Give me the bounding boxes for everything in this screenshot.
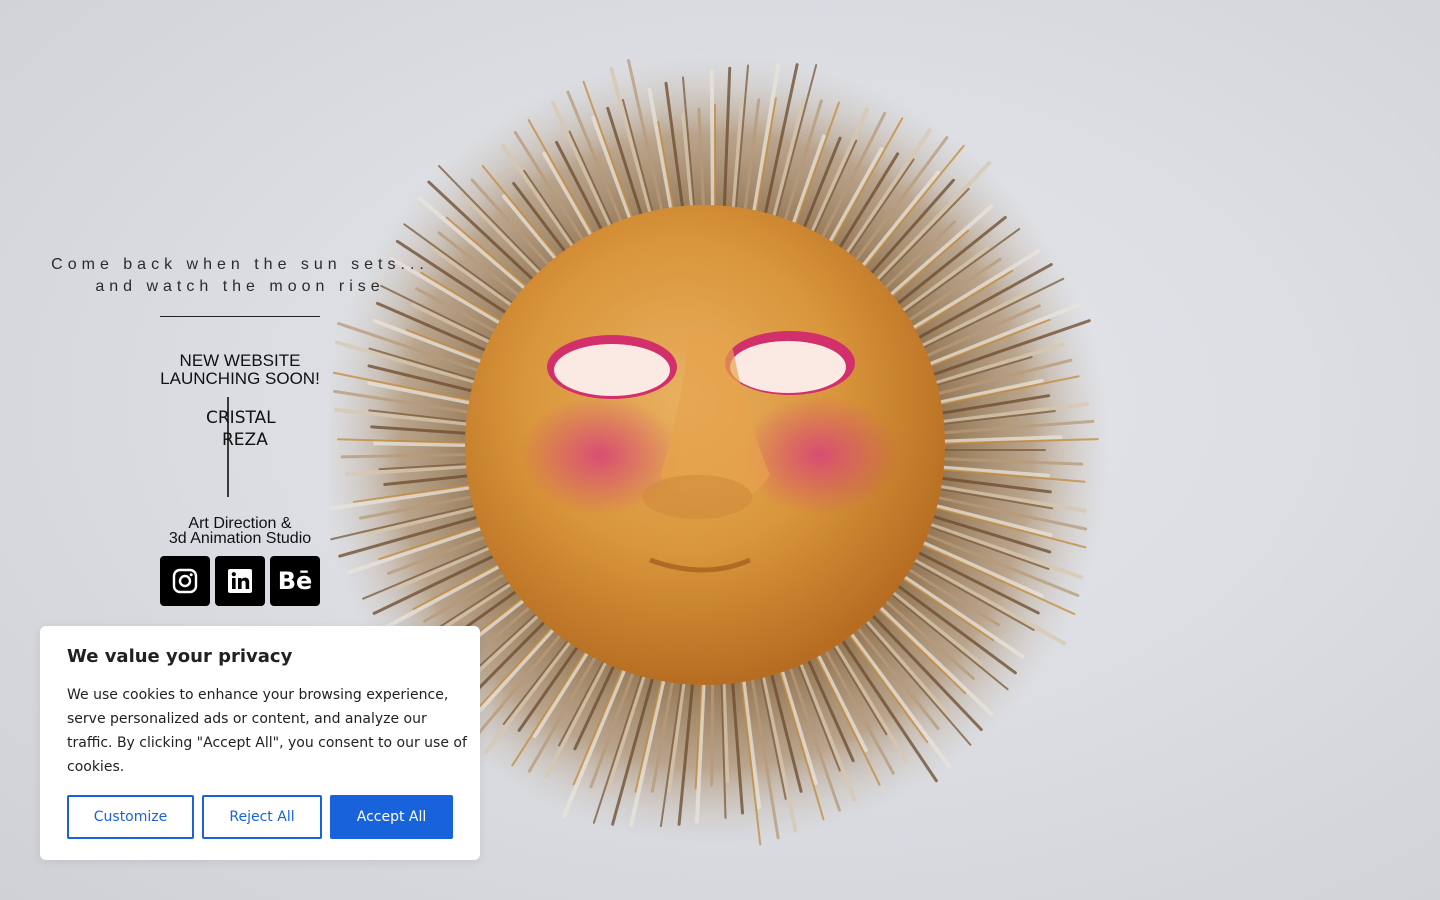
customize-button[interactable]: Customize <box>67 795 194 839</box>
signature-line-1: CRISTAL <box>206 408 276 428</box>
feather-ray <box>709 70 716 223</box>
studio-description: Art Direction & 3d Animation Studio <box>120 515 360 547</box>
signature-line-2: REZA <box>222 430 268 450</box>
instagram-icon <box>172 568 198 594</box>
linkedin-icon <box>228 569 252 593</box>
cookie-banner-title: We value your privacy <box>67 646 293 667</box>
studio-line-1: Art Direction & <box>188 515 292 532</box>
reject-all-button[interactable]: Reject All <box>202 795 322 839</box>
launch-line-1: NEW WEBSITE <box>179 351 301 370</box>
social-links: Bē <box>160 556 320 606</box>
tagline: Come back when the sun sets... and watch… <box>40 254 440 298</box>
behance-icon: Bē <box>277 567 313 595</box>
studio-line-2: 3d Animation Studio <box>168 530 312 547</box>
behance-link[interactable]: Bē <box>270 556 320 606</box>
accept-all-button[interactable]: Accept All <box>330 795 453 839</box>
signature-logo: CRISTAL REZA <box>206 397 276 497</box>
cookie-consent-banner: We value your privacy We use cookies to … <box>40 626 480 860</box>
launch-announcement: NEW WEBSITE LAUNCHING SOON! <box>120 352 360 388</box>
feather-ray <box>710 678 715 787</box>
page: Come back when the sun sets... and watch… <box>0 0 1440 900</box>
launch-line-2: LAUNCHING SOON! <box>160 369 320 388</box>
instagram-link[interactable] <box>160 556 210 606</box>
tagline-line-1: Come back when the sun sets... <box>51 256 429 273</box>
divider <box>160 316 320 317</box>
tagline-line-2: and watch the moon rise <box>95 278 385 295</box>
cookie-banner-text: We use cookies to enhance your browsing … <box>67 687 467 775</box>
linkedin-link[interactable] <box>215 556 265 606</box>
